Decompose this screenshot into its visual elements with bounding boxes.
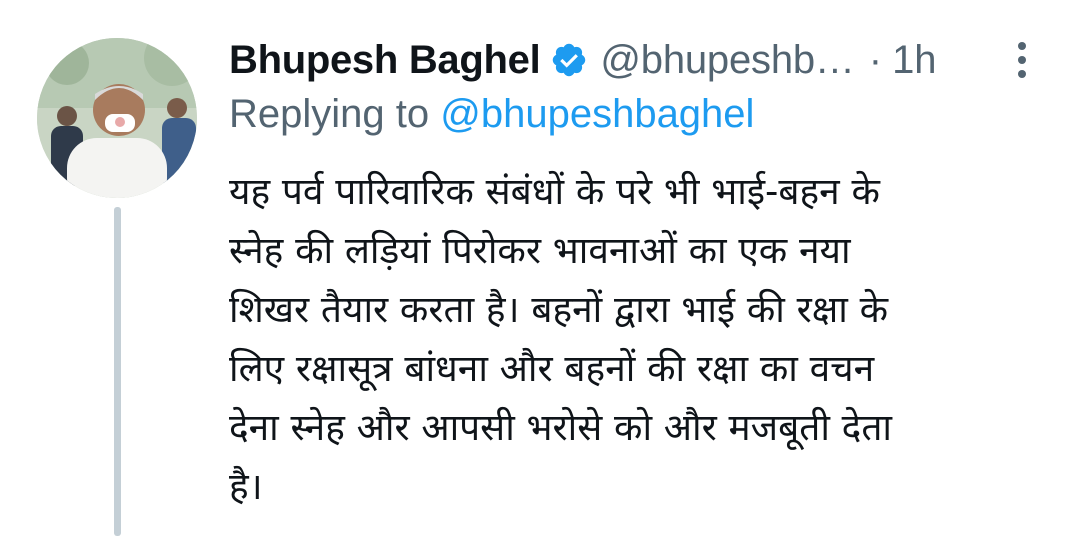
tweet[interactable]: Bhupesh Baghel @bhupeshb… · 1h Replying …	[0, 0, 1080, 536]
replying-handle-link[interactable]: @bhupeshbaghel	[440, 92, 754, 136]
user-handle[interactable]: @bhupeshb…	[600, 38, 855, 83]
avatar-photo	[37, 38, 197, 198]
replying-to: Replying to @bhupeshbaghel	[229, 92, 754, 137]
replying-prefix: Replying to	[229, 92, 441, 136]
tweet-text: यह पर्व पारिवारिक संबंधों के परे भी भाई-…	[229, 170, 893, 508]
display-name[interactable]: Bhupesh Baghel	[229, 38, 541, 83]
avatar[interactable]	[37, 38, 197, 198]
thread-line	[114, 207, 121, 536]
more-vertical-icon[interactable]	[1010, 40, 1034, 80]
timestamp[interactable]: 1h	[892, 38, 937, 83]
tweet-header: Bhupesh Baghel @bhupeshb… · 1h	[229, 32, 1019, 88]
verified-badge-icon	[550, 41, 588, 79]
separator-dot: ·	[868, 37, 883, 82]
